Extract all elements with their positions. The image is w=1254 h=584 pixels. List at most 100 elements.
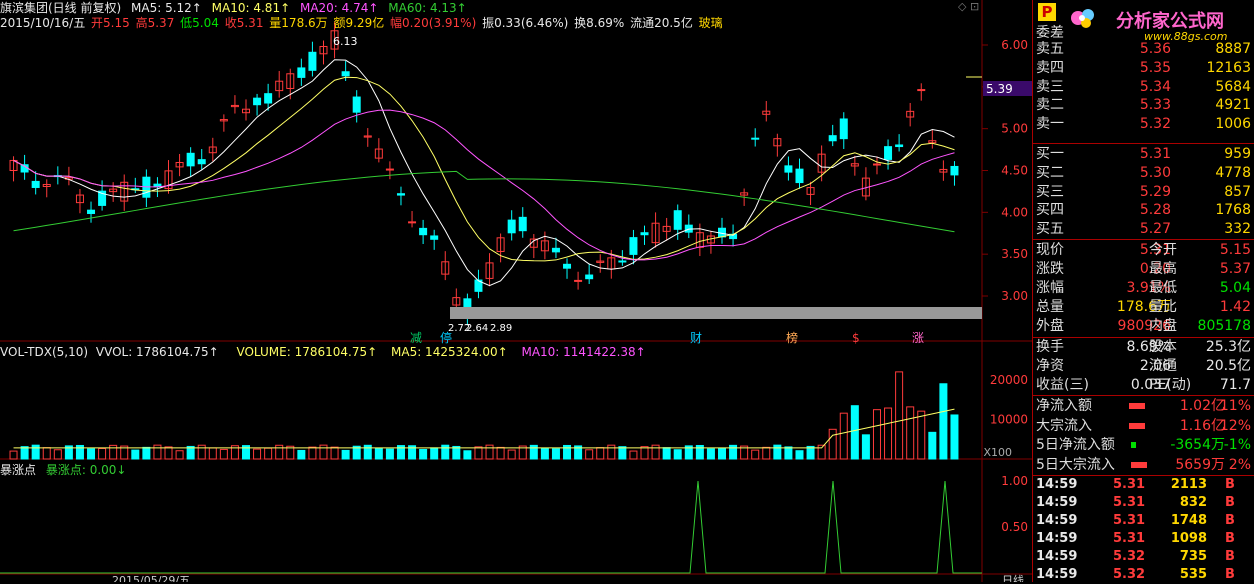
bid-row: 买四 5.28 1768 xyxy=(1033,201,1254,219)
quote-row: 总量 178.6万 量比 1.42 xyxy=(1033,298,1254,316)
flow-row: 5日净流入额 -3654万 -1% xyxy=(1033,436,1254,454)
candle-body xyxy=(751,137,760,140)
stat-value2: 71.7 xyxy=(1219,377,1251,393)
ask-volume: 4921 xyxy=(1215,97,1251,114)
volume-bar xyxy=(208,447,217,460)
quote-panel: 委差 卖五 5.36 8887 卖四 5.35 12163 卖三 5.34 5684 卖二 5.33 4… xyxy=(1032,0,1254,582)
separator xyxy=(1033,143,1254,144)
current-price-tag: 5.39 xyxy=(986,82,1013,96)
tick-time: 14:59 xyxy=(1036,495,1078,510)
tick-price: 5.31 xyxy=(1113,513,1146,528)
separator xyxy=(1033,239,1254,240)
date-label: 2015/10/16/五 xyxy=(0,16,86,30)
ask-price: 5.35 xyxy=(1139,59,1171,76)
volume-bar xyxy=(917,410,926,460)
ask-price: 5.32 xyxy=(1139,116,1171,133)
tick-time: 14:59 xyxy=(1036,513,1078,528)
candle-body xyxy=(673,210,682,230)
indicator-header: 暴涨点 暴涨点: 0.00↓ xyxy=(0,461,132,478)
volume-bar xyxy=(485,444,494,460)
indicator-tick-label: 1.00 xyxy=(1001,474,1028,488)
volume-bar xyxy=(872,409,881,460)
flow-label: 5日净流入额 xyxy=(1036,437,1115,453)
volume-bar xyxy=(895,371,904,460)
flow-percent: 12% xyxy=(1219,417,1251,434)
volume-bar xyxy=(53,449,62,460)
kline-chart[interactable]: ◇⊡6.005.505.004.504.003.503.006.132.722.… xyxy=(0,0,1032,582)
flow-label: 大宗流入 xyxy=(1036,417,1092,434)
separator xyxy=(1033,395,1254,396)
volume-bar xyxy=(861,434,870,460)
bid-price: 5.29 xyxy=(1139,183,1171,200)
ask-volume: 5684 xyxy=(1215,78,1251,95)
volume-bar xyxy=(551,448,560,460)
bid-row: 买五 5.27 332 xyxy=(1033,220,1254,238)
volume-bar xyxy=(718,447,726,460)
flow-value: 1.16亿 xyxy=(1179,417,1225,434)
sector-label: 玻璃 xyxy=(698,16,723,30)
ask-row: 卖四 5.35 12163 xyxy=(1033,59,1254,77)
tick-price: 5.31 xyxy=(1113,495,1146,510)
quote-label2: 最低 xyxy=(1149,280,1177,296)
candle-body xyxy=(795,168,804,184)
ask-price: 5.33 xyxy=(1139,97,1171,114)
flow-row: 大宗流入 1.16亿 12% xyxy=(1033,417,1254,435)
indicator-tick-label: 0.50 xyxy=(1001,520,1028,534)
ma10-line xyxy=(13,76,955,262)
low-annotation2: 2.89 xyxy=(490,323,512,334)
amount-label: 额9.29亿 xyxy=(333,16,385,30)
tick-time: 14:59 xyxy=(1036,477,1078,492)
tick-price: 5.31 xyxy=(1113,531,1146,546)
bid-label: 买五 xyxy=(1036,221,1064,238)
volume-bar xyxy=(850,405,859,460)
volume-bar xyxy=(773,444,782,460)
volume-bar xyxy=(441,444,450,460)
candle-body xyxy=(950,165,959,176)
range-bar xyxy=(450,307,982,319)
stat-value2: 25.3亿 xyxy=(1205,339,1251,355)
volume-bar xyxy=(939,383,948,460)
stat-label: 净资 xyxy=(1036,358,1064,374)
volume-bar xyxy=(828,428,837,460)
bid-price: 5.27 xyxy=(1139,221,1171,238)
volume-tick-label: 20000 xyxy=(990,373,1028,387)
volume-bar xyxy=(762,446,771,460)
ma60-label: MA60: 4.13↑ xyxy=(388,1,467,15)
volume-bar xyxy=(319,444,328,460)
tick-side: B xyxy=(1225,495,1235,510)
candle-body xyxy=(341,71,350,77)
volume-bar xyxy=(839,412,848,460)
volume-bar xyxy=(264,447,273,460)
volume-bar xyxy=(496,446,505,460)
volume-bar xyxy=(219,448,228,460)
ask-row: 卖二 5.33 4921 xyxy=(1033,96,1254,114)
ask-label: 卖三 xyxy=(1036,78,1064,95)
tick-row: 14:59 5.31 2113 B xyxy=(1033,476,1254,494)
bid-volume: 1768 xyxy=(1215,202,1251,219)
candle-body xyxy=(518,216,527,232)
bid-label: 买一 xyxy=(1036,146,1064,162)
chart-header-line2: 2015/10/16/五 开5.15 高5.37 低5.04 收5.31 量17… xyxy=(0,14,729,31)
volume-bar xyxy=(42,447,51,460)
ma20-label: MA20: 4.74↑ xyxy=(299,1,379,15)
flow-percent: 2% xyxy=(1228,456,1251,473)
vol-label: 量178.6万 xyxy=(269,16,328,30)
ma5-label: MA5: 5.12↑ xyxy=(131,1,202,15)
low-annotation: 2.64 xyxy=(466,323,488,334)
range-label: 幅0.20(3.91%) xyxy=(390,16,477,30)
tick-side: B xyxy=(1225,549,1235,564)
tick-row: 14:59 5.31 1748 B xyxy=(1033,512,1254,530)
volume-bar xyxy=(87,448,96,460)
price-tick-label: 4.50 xyxy=(1001,164,1028,178)
low-label: 低5.04 xyxy=(180,16,219,30)
candle-body xyxy=(31,180,40,188)
volume-bar xyxy=(795,450,804,460)
volume-bar xyxy=(729,444,738,460)
volume-bar xyxy=(142,446,151,460)
float-label: 流通20.5亿 xyxy=(630,16,693,30)
ask-row: 卖五 5.36 8887 xyxy=(1033,40,1254,58)
volume-bar xyxy=(640,446,649,460)
flow-row: 5日大宗流入 5659万 2% xyxy=(1033,456,1254,474)
volume-bar xyxy=(706,448,715,460)
stat-label: 收益(三) xyxy=(1036,377,1089,393)
